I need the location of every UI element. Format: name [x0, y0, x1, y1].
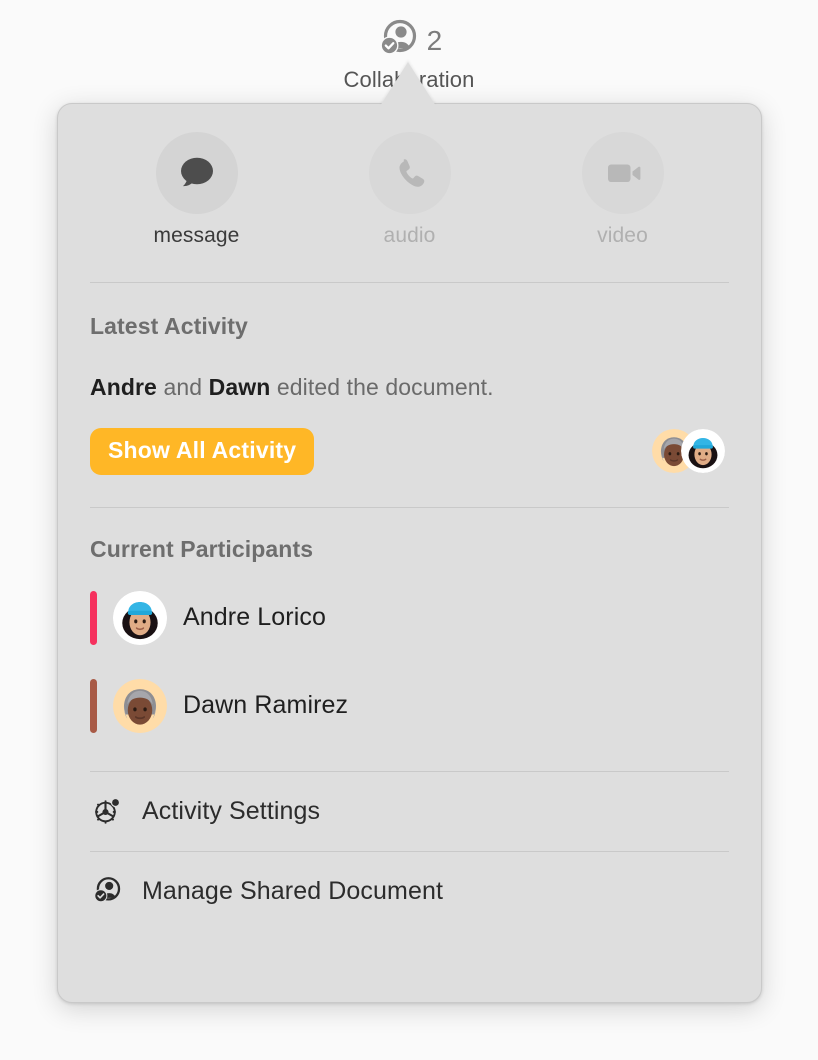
activity-conjunction: and [156, 374, 209, 400]
participants-section: Current Participants Andre Lorico Dawn R… [58, 508, 761, 739]
participant-color-bar [90, 678, 97, 733]
message-icon-circle [155, 132, 238, 214]
activity-action-row: Show All Activity [90, 427, 729, 475]
collaborator-count-badge: 2 [426, 25, 443, 56]
activity-avatar-stack[interactable] [652, 429, 729, 474]
latest-activity-section: Latest Activity Andre and Dawn edited th… [58, 283, 761, 475]
avatar-dawn [113, 678, 167, 733]
menu-item-manage-shared-document[interactable]: Manage Shared Document [58, 852, 761, 931]
person-checkmark-icon [90, 875, 124, 907]
menu-label: Activity Settings [142, 796, 321, 825]
participants-title: Current Participants [90, 535, 314, 562]
participant-color-bar [90, 590, 97, 645]
show-all-activity-button[interactable]: Show All Activity [90, 427, 315, 475]
popover-arrow [380, 62, 436, 106]
audio-action-button[interactable]: audio [303, 132, 516, 248]
audio-action-label: audio [383, 224, 436, 247]
participant-row[interactable]: Dawn Ramirez [90, 673, 729, 739]
activity-name-dawn: Dawn [208, 374, 271, 400]
latest-activity-summary: Andre and Dawn edited the document. [90, 374, 729, 402]
video-icon-circle [581, 132, 664, 214]
toolbar-icon-row: 2 [376, 18, 443, 64]
message-action-label: message [153, 224, 240, 247]
video-action-label: video [597, 224, 648, 247]
avatar-andre-small [681, 429, 725, 474]
menu-label: Manage Shared Document [142, 876, 443, 905]
activity-name-andre: Andre [90, 374, 157, 400]
video-action-button[interactable]: video [516, 132, 729, 248]
action-row: message audio video [90, 104, 729, 248]
message-bubble-icon [180, 157, 213, 187]
participant-name: Dawn Ramirez [183, 691, 349, 720]
participant-row[interactable]: Andre Lorico [90, 585, 729, 651]
gear-badge-icon [90, 795, 124, 827]
audio-icon-circle [368, 132, 451, 214]
menu-item-activity-settings[interactable]: Activity Settings [58, 772, 761, 851]
latest-activity-title: Latest Activity [90, 313, 248, 339]
message-action-button[interactable]: message [90, 132, 303, 248]
video-camera-icon [607, 164, 640, 182]
activity-predicate: edited the document. [270, 374, 494, 400]
participant-name: Andre Lorico [183, 603, 326, 632]
person-checkmark-icon [376, 17, 420, 66]
collaboration-popover: message audio video Latest Activity Andr… [57, 103, 762, 1003]
avatar-andre [113, 590, 167, 645]
phone-icon [398, 159, 424, 187]
